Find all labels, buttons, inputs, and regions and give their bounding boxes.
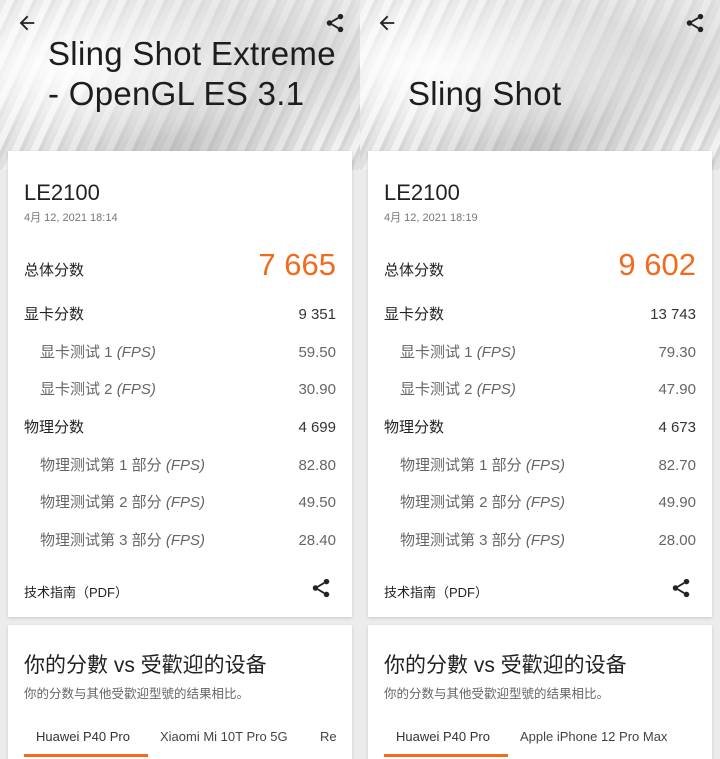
tab-device-3[interactable]: Re [320,729,337,744]
physics-test-1-label: 物理测试第 1 部分 [40,457,162,474]
comparison-card: 你的分數 vs 受歡迎的设备 你的分数与其他受歡迎型號的结果相比。 Huawei… [8,625,352,759]
physics-test-2-row: 物理测试第 2 部分 (FPS) 49.50 [24,491,336,512]
overall-score-value: 9 602 [618,247,696,282]
graphics-test-1-value: 79.30 [658,344,696,361]
results-card: LE2100 4月 12, 2021 18:14 总体分数 7 665 显卡分数… [8,151,352,617]
physics-score-row: 物理分数 4 699 [24,416,336,437]
fps-unit: (FPS) [525,532,566,549]
fps-unit: (FPS) [525,457,566,474]
physics-score-value: 4 673 [658,419,696,436]
result-panel-right: Sling Shot LE2100 4月 12, 2021 18:19 总体分数… [360,0,720,759]
fps-unit: (FPS) [476,344,516,361]
tab-device-1[interactable]: Huawei P40 Pro [36,729,130,744]
fps-unit: (FPS) [476,381,516,398]
physics-test-2-value: 49.50 [298,494,336,511]
share-icon [312,578,330,598]
physics-test-3-value: 28.00 [658,532,696,549]
graphics-test-2-value: 30.90 [298,381,336,398]
physics-test-3-label: 物理测试第 3 部分 [40,532,162,549]
results-card: LE2100 4月 12, 2021 18:19 总体分数 9 602 显卡分数… [368,151,712,617]
result-panel-left: Sling Shot Extreme - OpenGL ES 3.1 LE210… [0,0,360,759]
overall-score-label: 总体分数 [384,262,445,279]
physics-score-value: 4 699 [298,419,336,436]
graphics-score-label: 显卡分数 [384,306,445,323]
physics-test-3-row: 物理测试第 3 部分 (FPS) 28.00 [384,529,696,550]
technical-guide-link[interactable]: 技术指南（PDF） [24,582,128,601]
share-icon [686,13,704,33]
comparison-subtitle: 你的分数与其他受歡迎型號的结果相比。 [24,687,250,701]
comparison-title: 你的分數 vs 受歡迎的设备 [24,654,267,677]
physics-test-2-label: 物理测试第 2 部分 [400,494,522,511]
share-results-button[interactable] [670,577,694,601]
test-date: 4月 12, 2021 18:14 [24,212,118,224]
graphics-test-2-value: 47.90 [658,381,696,398]
fps-unit: (FPS) [525,494,566,511]
arrow-left-icon [19,15,35,31]
physics-test-1-row: 物理测试第 1 部分 (FPS) 82.70 [384,454,696,475]
overall-score-label: 总体分数 [24,262,85,279]
physics-test-1-row: 物理测试第 1 部分 (FPS) 82.80 [24,454,336,475]
physics-score-label: 物理分数 [24,419,85,436]
back-button[interactable] [12,8,42,38]
physics-score-label: 物理分数 [384,419,445,436]
tab-device-1[interactable]: Huawei P40 Pro [396,729,490,744]
physics-test-2-label: 物理测试第 2 部分 [40,494,162,511]
graphics-test-1-row: 显卡测试 1 (FPS) 59.50 [24,341,336,362]
graphics-score-value: 13 743 [650,306,696,323]
share-icon [672,578,690,598]
back-button[interactable] [372,8,402,38]
share-button[interactable] [680,8,710,38]
technical-guide-link[interactable]: 技术指南（PDF） [384,582,488,601]
device-name: LE2100 [384,180,460,205]
share-results-button[interactable] [310,577,334,601]
arrow-left-icon [379,15,395,31]
comparison-title: 你的分數 vs 受歡迎的设备 [384,654,627,677]
test-date: 4月 12, 2021 18:19 [384,212,478,224]
share-icon [326,13,344,33]
comparison-card: 你的分數 vs 受歡迎的设备 你的分数与其他受歡迎型號的结果相比。 Huawei… [368,625,712,759]
physics-test-2-row: 物理测试第 2 部分 (FPS) 49.90 [384,491,696,512]
graphics-test-1-label: 显卡测试 1 [40,344,113,361]
fps-unit: (FPS) [165,532,206,549]
graphics-test-2-row: 显卡测试 2 (FPS) 30.90 [24,378,336,399]
physics-score-row: 物理分数 4 673 [384,416,696,437]
graphics-score-label: 显卡分数 [24,306,85,323]
fps-unit: (FPS) [116,344,156,361]
physics-test-1-value: 82.80 [298,457,336,474]
physics-test-3-value: 28.40 [298,532,336,549]
physics-test-1-label: 物理测试第 1 部分 [400,457,522,474]
graphics-test-1-row: 显卡测试 1 (FPS) 79.30 [384,341,696,362]
graphics-test-2-label: 显卡测试 2 [40,381,113,398]
tab-device-2[interactable]: Apple iPhone 12 Pro Max [520,729,667,744]
overall-score-row: 总体分数 9 602 [384,247,696,283]
graphics-test-1-label: 显卡测试 1 [400,344,473,361]
fps-unit: (FPS) [165,457,206,474]
active-tab-indicator [384,754,508,757]
graphics-score-value: 9 351 [298,306,336,323]
graphics-score-row: 显卡分数 13 743 [384,303,696,324]
physics-test-3-row: 物理测试第 3 部分 (FPS) 28.40 [24,529,336,550]
physics-test-2-value: 49.90 [658,494,696,511]
tab-device-2[interactable]: Xiaomi Mi 10T Pro 5G [160,729,288,744]
fps-unit: (FPS) [116,381,156,398]
active-tab-indicator [24,754,148,757]
benchmark-title: Sling Shot Extreme - OpenGL ES 3.1 [48,35,336,112]
device-name: LE2100 [24,180,100,205]
overall-score-value: 7 665 [258,247,336,282]
fps-unit: (FPS) [165,494,206,511]
graphics-test-1-value: 59.50 [298,344,336,361]
benchmark-title: Sling Shot [408,75,562,112]
physics-test-1-value: 82.70 [658,457,696,474]
graphics-test-2-label: 显卡测试 2 [400,381,473,398]
graphics-test-2-row: 显卡测试 2 (FPS) 47.90 [384,378,696,399]
physics-test-3-label: 物理测试第 3 部分 [400,532,522,549]
overall-score-row: 总体分数 7 665 [24,247,336,283]
graphics-score-row: 显卡分数 9 351 [24,303,336,324]
comparison-subtitle: 你的分数与其他受歡迎型號的结果相比。 [384,687,610,701]
